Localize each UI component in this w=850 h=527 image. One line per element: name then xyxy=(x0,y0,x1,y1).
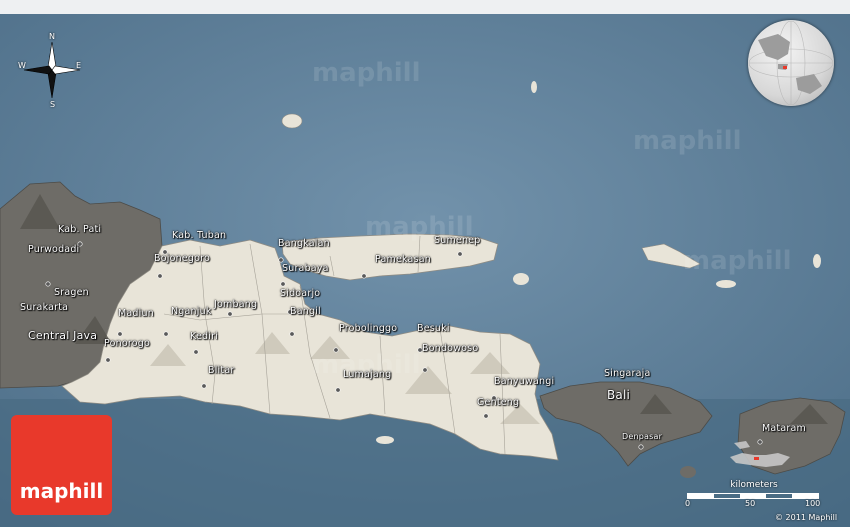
island-east-2 xyxy=(813,254,821,268)
label-kab-tuban: Kab. Tuban xyxy=(172,230,227,241)
compass-east: E xyxy=(76,61,82,70)
label-lumajang: Lumajang xyxy=(343,369,392,380)
label-bondowoso: Bondowoso xyxy=(422,343,479,354)
label-besuki: Besuki xyxy=(417,323,450,334)
scale-tick: 50 xyxy=(745,499,756,508)
label-surakarta: Surakarta xyxy=(20,302,69,313)
island-south-nusa xyxy=(376,436,394,444)
scale-tick: 0 xyxy=(685,499,691,508)
label-mataram: Mataram xyxy=(762,423,806,434)
label-bangkalan: Bangkalan xyxy=(278,238,330,249)
compass-west: W xyxy=(18,61,26,70)
globe-icon xyxy=(748,20,834,106)
watermark: maphill xyxy=(633,126,742,156)
label-pamekasan: Pamekasan xyxy=(375,254,431,265)
label-bali: Bali xyxy=(607,388,631,402)
label-denpasar: Denpasar xyxy=(622,432,663,441)
label-madiun: Madiun xyxy=(118,308,154,319)
island-nusa-penida xyxy=(680,466,696,478)
location-inset xyxy=(730,441,790,467)
label-nganjuk: Nganjuk xyxy=(171,306,212,317)
label-kediri: Kediri xyxy=(190,331,219,342)
label-banyuwangi: Banyuwangi xyxy=(494,376,555,387)
label-sragen: Sragen xyxy=(54,287,89,298)
label-jombang: Jombang xyxy=(214,299,258,310)
watermark: maphill xyxy=(312,58,421,88)
scale-title: kilometers xyxy=(730,480,778,490)
logo-text: maphill xyxy=(19,479,104,503)
maphill-logo[interactable]: maphill xyxy=(11,415,112,515)
copyright: © 2011 Maphill xyxy=(775,513,838,522)
compass-icon xyxy=(23,41,81,99)
label-kab-pati: Kab. Pati xyxy=(58,224,102,235)
label-bangil: Bangil xyxy=(290,306,321,317)
compass-south: S xyxy=(50,100,56,109)
compass-north: N xyxy=(49,32,55,41)
label-sidoarjo: Sidoarjo xyxy=(280,288,321,299)
scale-tick: 100 xyxy=(805,499,821,508)
label-probolinggo: Probolinggo xyxy=(339,323,398,334)
label-ponorogo: Ponorogo xyxy=(104,338,150,349)
label-blitar: Blitar xyxy=(208,365,235,376)
label-central-java: Central Java xyxy=(28,329,98,342)
island-sapudi xyxy=(513,273,529,285)
watermark: maphill xyxy=(683,246,792,276)
map-frame[interactable]: maphill maphill maphill maphill maphill … xyxy=(0,14,850,527)
label-sumenep: Sumenep xyxy=(434,235,481,246)
label-bojonegoro: Bojonegoro xyxy=(154,253,210,264)
scale-bar: kilometers 0 50 100 xyxy=(684,480,824,510)
island-east-1 xyxy=(716,280,736,288)
island-north-1 xyxy=(531,81,537,93)
locator-globe xyxy=(748,20,834,106)
label-singaraja: Singaraja xyxy=(604,368,651,379)
label-purwodadi: Purwodadi xyxy=(28,244,80,255)
island-bawean xyxy=(281,113,303,129)
label-surabaya: Surabaya xyxy=(282,263,329,274)
compass-rose: N S E W xyxy=(16,32,88,109)
label-genteng: Genteng xyxy=(477,397,520,408)
